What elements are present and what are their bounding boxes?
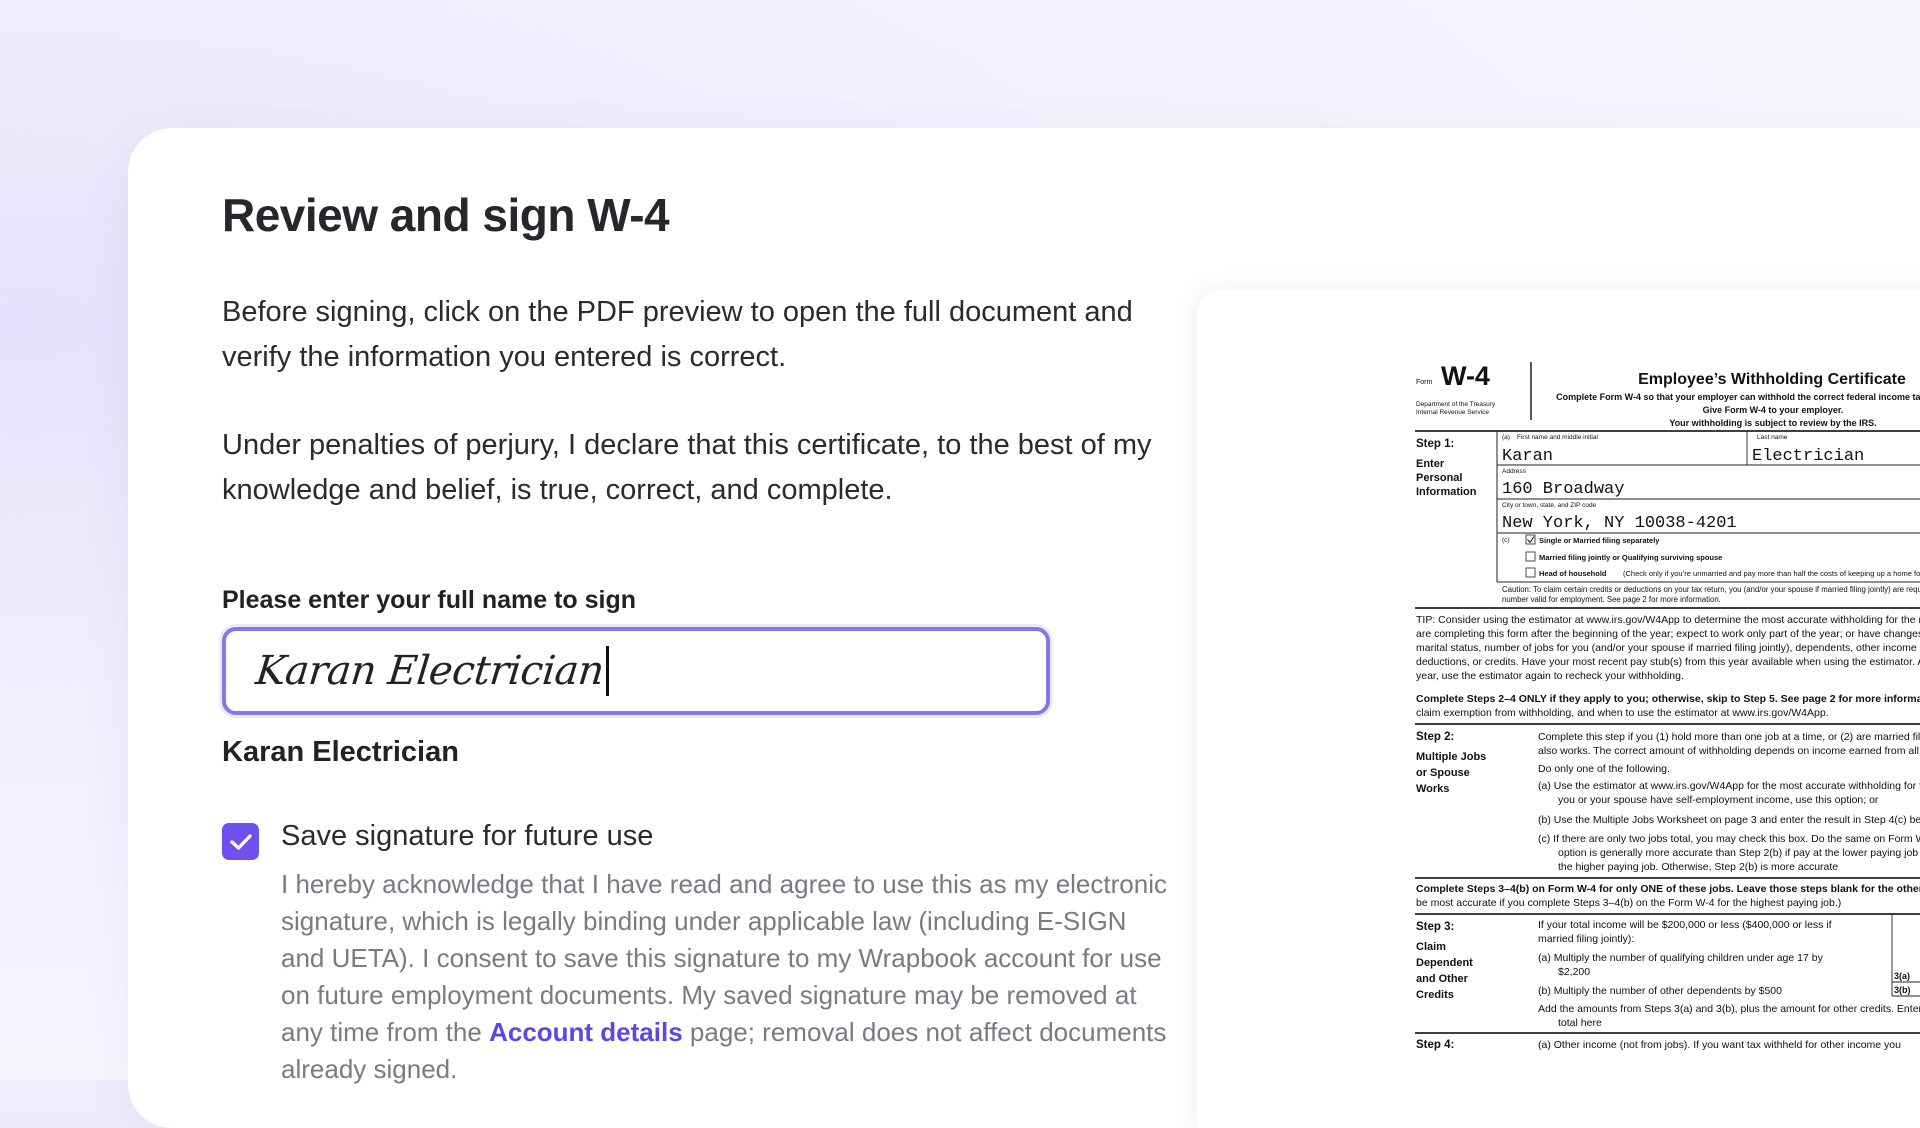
form-name: W-4 (1441, 361, 1490, 391)
form-sub1: Complete Form W-4 so that your employer … (1556, 392, 1920, 402)
step2-title: Step 2: (1416, 731, 1454, 743)
esign-consent-text: I hereby acknowledge that I have read an… (281, 866, 1171, 1088)
irs-label: Internal Revenue Service (1416, 409, 1489, 416)
text-caret (605, 646, 609, 696)
step2-line-7: (c) If there are only two jobs total, yo… (1538, 833, 1920, 845)
tip-line-4: deductions, or credits. Have your most r… (1416, 656, 1920, 668)
steps34-line-1: Complete Steps 3–4(b) on Form W-4 for on… (1416, 883, 1920, 895)
step4-line-1: (a) Other income (not from jobs). If you… (1538, 1039, 1901, 1051)
tip-line-3: marital status, number of jobs for you (… (1416, 642, 1920, 654)
city-value: New York, NY 10038-4201 (1502, 514, 1737, 533)
step2-desc-2: or Spouse (1416, 767, 1470, 779)
instructions-text: Before signing, click on the PDF preview… (222, 296, 1133, 373)
page-title: Review and sign W-4 (222, 189, 670, 241)
filing-head-checkbox (1525, 567, 1536, 578)
step2-desc-3: Works (1416, 783, 1449, 795)
first-name-value: Karan (1502, 447, 1553, 466)
steps34-line-2: be most accurate if you complete Steps 3… (1416, 897, 1841, 909)
svg-text:(a): (a) (1502, 434, 1510, 441)
step2-line-5: you or your spouse have self-employment … (1558, 794, 1879, 806)
sign-card: Review and sign W-4 Before signing, clic… (128, 128, 1920, 1128)
tip-line-1: TIP: Consider using the estimator at www… (1416, 614, 1920, 626)
step3-line-6: Add the amounts from Steps 3(a) and 3(b)… (1538, 1003, 1920, 1015)
step3-line-7: total here (1558, 1017, 1602, 1029)
signature-input[interactable]: Karan Electrician (222, 627, 1050, 715)
step1-desc-3: Information (1416, 486, 1477, 498)
step3-desc-2: Dependent (1416, 957, 1473, 969)
checkmark-icon (229, 833, 252, 850)
step2-line-2: also works. The correct amount of withho… (1538, 745, 1920, 757)
filing-head-label: Head of household (1539, 569, 1607, 578)
form-sub3: Your withholding is subject to review by… (1669, 418, 1876, 428)
step3-line-5: (b) Multiply the number of other depende… (1538, 985, 1782, 997)
step1-desc-1: Enter (1416, 458, 1445, 470)
filing-married-label: Married filing jointly or Qualifying sur… (1539, 553, 1722, 562)
form-small-label: Form (1416, 379, 1433, 386)
line-3b-label: 3(b) (1894, 985, 1911, 995)
account-details-link[interactable]: Account details (489, 1017, 683, 1047)
step2-line-8: option is generally more accurate than S… (1558, 847, 1920, 859)
step1-desc-2: Personal (1416, 472, 1462, 484)
filing-single-check-icon (1527, 536, 1535, 544)
w4-form-page: Form W-4 Department of the Treasury Inte… (1415, 361, 1920, 1051)
line-3a-label: 3(a) (1894, 971, 1910, 981)
step3-line-3: (a) Multiply the number of qualifying ch… (1538, 952, 1824, 964)
printed-name: Karan Electrician (222, 736, 459, 768)
tip-line-2: are completing this form after the begin… (1416, 628, 1920, 640)
step2-line-6: (b) Use the Multiple Jobs Worksheet on p… (1538, 814, 1920, 826)
complete-steps-2: claim exemption from withholding, and wh… (1416, 707, 1829, 719)
signature-input-value: Karan Electrician (253, 648, 606, 694)
caution-text: Caution: To claim certain credits or ded… (1502, 585, 1920, 594)
caution-text-2: number valid for employment. See page 2 … (1502, 595, 1721, 604)
tip-line-5: year, use the estimator again to recheck… (1416, 670, 1684, 682)
perjury-declaration: Under penalties of perjury, I declare th… (222, 429, 1152, 506)
step4-title: Step 4: (1416, 1039, 1454, 1051)
step3-title: Step 3: (1416, 921, 1454, 933)
filing-head-note: (Check only if you’re unmarried and pay … (1623, 569, 1920, 578)
step2-line-1: Complete this step if you (1) hold more … (1538, 731, 1920, 743)
filing-married-checkbox (1525, 551, 1536, 562)
dept-treasury: Department of the Treasury (1416, 401, 1496, 408)
signature-field-label: Please enter your full name to sign (222, 586, 637, 614)
step2-line-4: (a) Use the estimator at www.irs.gov/W4A… (1538, 780, 1920, 792)
step3-desc-3: and Other (1416, 973, 1469, 985)
address-value: 160 Broadway (1502, 480, 1624, 499)
last-name-label: Last name (1757, 434, 1788, 441)
first-name-label: First name and middle initial (1517, 434, 1598, 441)
svg-text:(c): (c) (1502, 537, 1510, 544)
step3-line-1: If your total income will be $200,000 or… (1538, 919, 1832, 931)
filing-single-label: Single or Married filing separately (1539, 536, 1660, 545)
step2-line-9: the higher paying job. Otherwise, Step 2… (1558, 861, 1838, 873)
step3-desc-1: Claim (1416, 941, 1446, 953)
step2-desc-1: Multiple Jobs (1416, 751, 1486, 763)
complete-steps-1: Complete Steps 2–4 ONLY if they apply to… (1416, 693, 1920, 705)
last-name-value: Electrician (1752, 447, 1864, 466)
save-signature-checkbox[interactable] (222, 823, 259, 860)
step1-title: Step 1: (1416, 438, 1454, 450)
pdf-preview[interactable]: Form W-4 Department of the Treasury Inte… (1197, 290, 1920, 1128)
city-label: City or town, state, and ZIP code (1502, 502, 1597, 509)
form-heading: Employee’s Withholding Certificate (1638, 371, 1906, 388)
step3-desc-4: Credits (1416, 989, 1454, 1001)
save-signature-label[interactable]: Save signature for future use (281, 820, 653, 853)
step3-line-2: married filing jointly): (1538, 933, 1634, 945)
step3-line-4: $2,200 (1558, 966, 1590, 978)
step2-line-3: Do only one of the following. (1538, 763, 1670, 775)
address-label: Address (1502, 468, 1527, 475)
form-sub2: Give Form W-4 to your employer. (1703, 405, 1844, 415)
